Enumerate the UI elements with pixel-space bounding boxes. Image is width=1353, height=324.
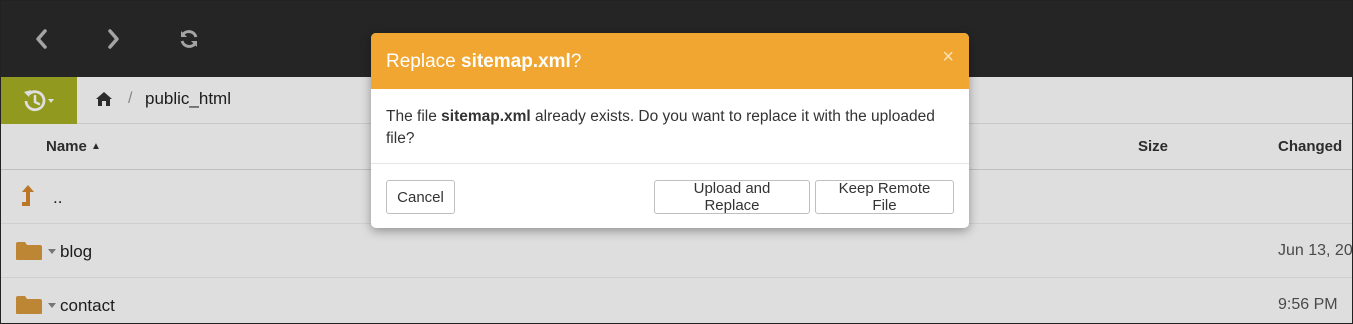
upload-and-replace-button[interactable]: Upload and Replace <box>654 180 810 214</box>
replace-file-dialog: Replace sitemap.xml? × The file sitemap.… <box>371 33 969 228</box>
dialog-title-prefix: Replace <box>386 51 461 72</box>
dialog-footer: Cancel Upload and Replace Keep Remote Fi… <box>371 163 969 228</box>
keep-remote-file-button[interactable]: Keep Remote File <box>815 180 954 214</box>
dialog-header: Replace sitemap.xml? × <box>371 33 969 89</box>
dialog-title-suffix: ? <box>570 51 582 72</box>
dialog-title: Replace sitemap.xml? <box>386 51 581 73</box>
file-manager-window: / public_html Name ▲ Size Changed .. blo… <box>0 0 1353 324</box>
dialog-title-filename: sitemap.xml <box>461 51 571 72</box>
dialog-message-filename: sitemap.xml <box>441 108 531 125</box>
cancel-button[interactable]: Cancel <box>386 180 455 214</box>
close-icon[interactable]: × <box>942 47 954 67</box>
dialog-message-prefix: The file <box>386 108 442 125</box>
dialog-message: The file sitemap.xml already exists. Do … <box>386 106 956 150</box>
